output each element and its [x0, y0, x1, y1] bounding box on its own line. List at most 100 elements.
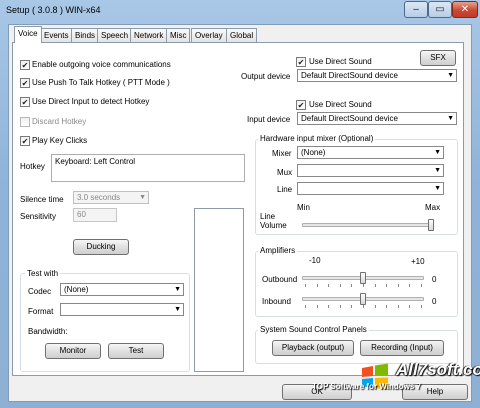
mux-select[interactable]: ▼ [297, 164, 444, 177]
outbound-value: 0 [432, 275, 437, 284]
slider-tick [409, 284, 411, 287]
tab-global[interactable]: Global [226, 28, 258, 42]
play-key-clicks-checkbox[interactable] [20, 136, 30, 146]
inbound-label: Inbound [262, 297, 291, 306]
line-volume-track[interactable] [302, 223, 434, 227]
slider-tick [316, 284, 318, 287]
slider-tick [328, 305, 330, 308]
output-device-select[interactable]: Default DirectSound device ▼ [297, 69, 457, 82]
slider-tick [386, 284, 388, 287]
inbound-slider-thumb[interactable] [360, 293, 366, 305]
push-to-talk-checkbox[interactable] [20, 78, 30, 88]
tab-speech[interactable]: Speech [97, 28, 133, 42]
amplifiers-group [255, 251, 458, 317]
discard-hotkey-checkbox[interactable] [20, 117, 30, 127]
input-direct-sound-label: Use Direct Sound [309, 100, 372, 109]
line-select[interactable]: ▼ [297, 182, 444, 195]
minimize-button[interactable]: – [404, 1, 428, 18]
input-device-value: Default DirectSound device [301, 114, 398, 123]
input-device-select[interactable]: Default DirectSound device ▼ [297, 112, 457, 125]
hotkey-label: Hotkey [20, 162, 45, 171]
play-key-clicks-label: Play Key Clicks [32, 136, 88, 145]
hardware-mixer-title: Hardware input mixer (Optional) [258, 134, 376, 143]
direct-input-label: Use Direct Input to detect Hotkey [32, 97, 150, 106]
chevron-down-icon: ▼ [447, 115, 454, 122]
system-panels-title: System Sound Control Panels [258, 325, 369, 334]
line-label: Line [277, 185, 293, 194]
output-device-value: Default DirectSound device [301, 71, 398, 80]
playback-output-button[interactable]: Playback (output) [272, 340, 354, 356]
tab-voice[interactable]: Voice [14, 26, 42, 43]
chevron-down-icon: ▼ [139, 194, 146, 201]
mixer-select[interactable]: (None) ▼ [297, 146, 444, 159]
watermark-brand: All7soft.com [396, 360, 480, 379]
tab-overlay[interactable]: Overlay [191, 28, 227, 42]
slider-tick [351, 284, 353, 287]
enable-outgoing-checkbox[interactable] [20, 60, 30, 70]
mux-label: Mux [277, 168, 293, 177]
line-volume-max-label: Max [425, 203, 441, 212]
tab-network[interactable]: Network [130, 28, 168, 42]
tab-binds[interactable]: Binds [71, 28, 100, 42]
slider-tick [305, 284, 306, 287]
slider-tick [351, 305, 353, 308]
input-device-label: Input device [247, 115, 291, 124]
codec-select[interactable]: (None) ▼ [60, 283, 184, 296]
discard-hotkey-label: Discard Hotkey [32, 117, 87, 126]
test-button[interactable]: Test [108, 343, 164, 359]
window-title: Setup ( 3.0.8 ) WIN-x64 [6, 5, 101, 15]
chevron-down-icon: ▼ [434, 149, 441, 156]
input-direct-sound-checkbox[interactable] [296, 100, 306, 110]
output-direct-sound-label: Use Direct Sound [309, 57, 372, 66]
slider-tick [374, 305, 376, 308]
outbound-label: Outbound [262, 275, 298, 284]
line-volume-label: Line Volume [260, 212, 287, 230]
output-direct-sound-checkbox[interactable] [296, 57, 306, 67]
chevron-down-icon: ▼ [447, 72, 454, 79]
close-button[interactable]: ✕ [452, 1, 478, 18]
tab-misc[interactable]: Misc [166, 28, 191, 42]
outbound-slider-thumb[interactable] [360, 272, 366, 284]
direct-input-checkbox[interactable] [20, 97, 30, 107]
codec-value: (None) [64, 285, 89, 294]
push-to-talk-label: Use Push To Talk Hotkey ( PTT Mode ) [32, 78, 170, 87]
bandwidth-label: Bandwidth: [28, 327, 68, 336]
slider-tick [409, 305, 411, 308]
chevron-down-icon: ▼ [174, 286, 181, 293]
tab-events[interactable]: Events [40, 28, 73, 42]
ducking-button[interactable]: Ducking [73, 239, 129, 255]
sensitivity-label: Sensitivity [20, 212, 57, 221]
sfx-button[interactable]: SFX [420, 50, 456, 66]
slider-tick [386, 305, 388, 308]
hotkey-field[interactable]: Keyboard: Left Control [51, 154, 245, 182]
slider-tick [363, 305, 364, 308]
maximize-button[interactable]: ▭ [428, 1, 452, 18]
monitor-button[interactable]: Monitor [45, 343, 101, 359]
mixer-value: (None) [301, 148, 326, 157]
amplifiers-title: Amplifiers [258, 246, 298, 255]
watermark-tagline: TOP Software for Windows 7 [312, 382, 421, 391]
test-with-title: Test with [25, 269, 61, 278]
slider-tick [421, 305, 422, 308]
inbound-value: 0 [432, 297, 437, 306]
slider-tick [339, 284, 341, 287]
voice-meter-panel [194, 208, 244, 372]
recording-input-button[interactable]: Recording (Input) [360, 340, 444, 356]
line-volume-slider-thumb[interactable] [428, 219, 434, 231]
amplifier-scale-min: -10 [309, 256, 321, 265]
slider-tick [397, 305, 399, 308]
silence-time-value: 3.0 seconds [77, 193, 121, 202]
amplifier-scale-max: +10 [411, 257, 425, 266]
chevron-down-icon: ▼ [174, 306, 181, 313]
slider-tick [328, 284, 330, 287]
slider-tick [363, 284, 364, 287]
format-select[interactable]: ▼ [60, 303, 184, 316]
slider-tick [421, 284, 422, 287]
slider-tick [316, 305, 318, 308]
enable-outgoing-label: Enable outgoing voice communications [32, 60, 171, 69]
mixer-label: Mixer [272, 149, 292, 158]
sensitivity-field[interactable]: 60 [73, 208, 117, 222]
silence-time-select[interactable]: 3.0 seconds ▼ [73, 191, 149, 204]
slider-tick [305, 305, 306, 308]
chevron-down-icon: ▼ [434, 185, 441, 192]
